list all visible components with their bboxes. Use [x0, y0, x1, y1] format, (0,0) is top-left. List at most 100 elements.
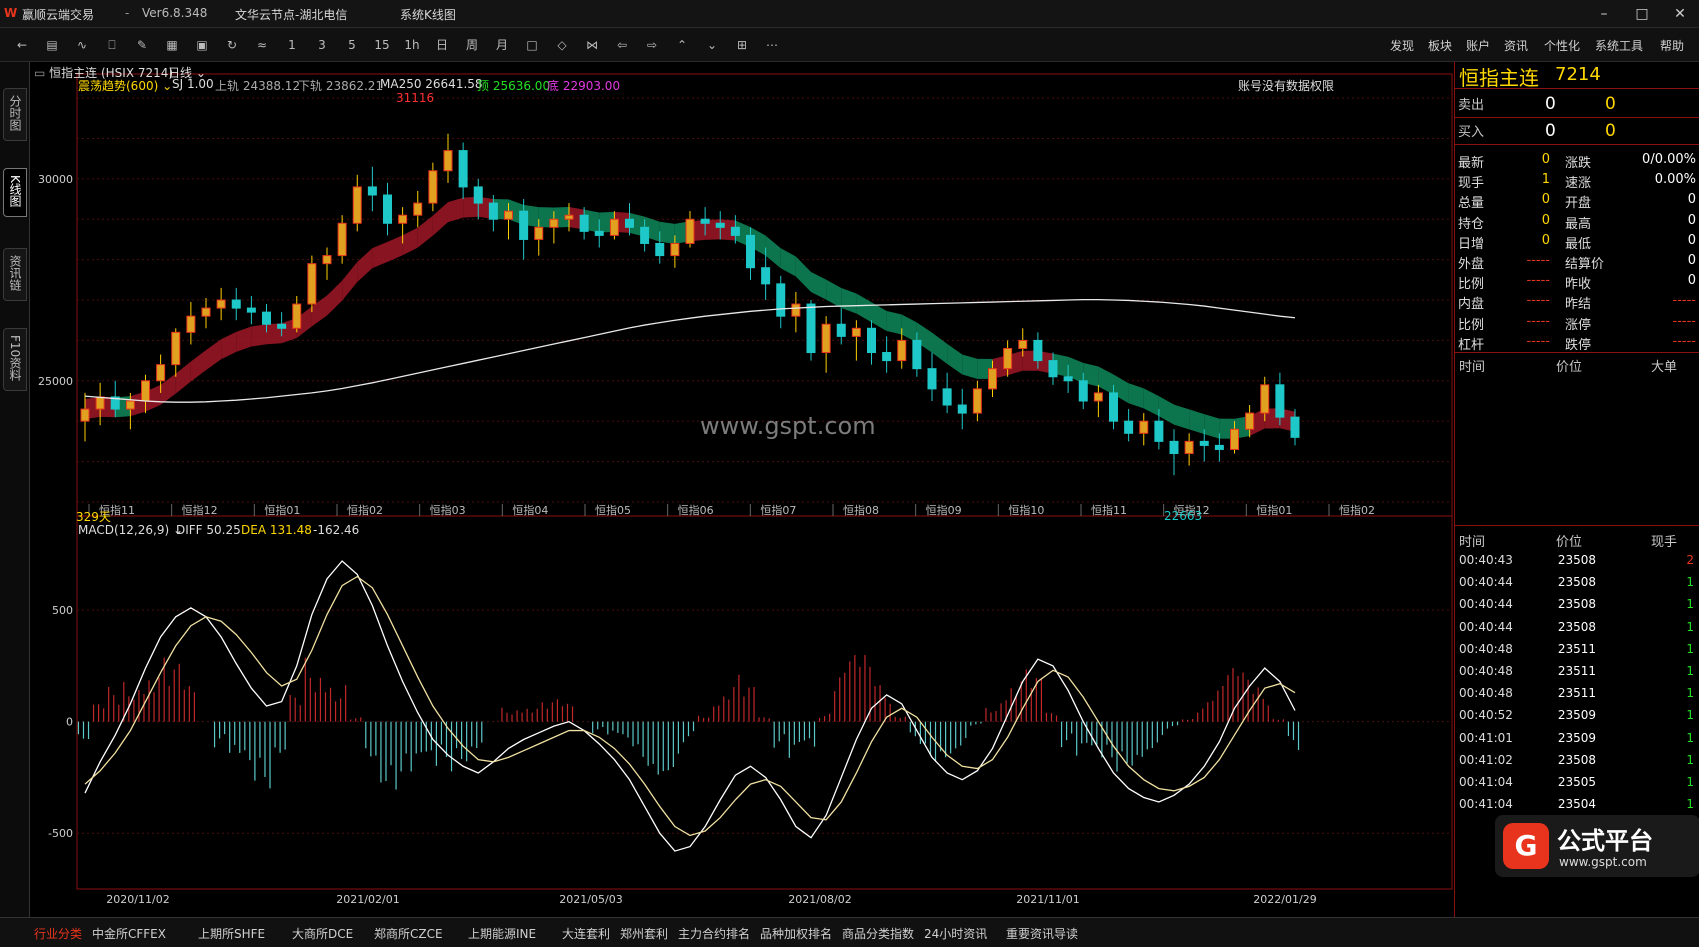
tab-timeshare[interactable]: 分时图 [3, 88, 27, 141]
tick-row[interactable]: 00:41:02 23508 1 [1455, 751, 1699, 772]
scroll-right-icon[interactable]: ⇨ [640, 36, 664, 54]
stat-label: 日增 [1458, 236, 1485, 252]
period-5-button[interactable]: 5 [340, 36, 364, 54]
x-tick-label: 恒指10 [1008, 503, 1044, 517]
buy-row[interactable]: 买入 0 0 [1455, 119, 1699, 143]
list-icon[interactable]: ▤ [40, 36, 64, 54]
period-1-button[interactable]: 1 [280, 36, 304, 54]
tab-kline[interactable]: K线图 [3, 168, 27, 217]
tick-row[interactable]: 00:40:44 23508 1 [1455, 595, 1699, 616]
trend-band [175, 361, 191, 394]
close-icon[interactable]: ✕ [1660, 2, 1699, 26]
line-chart-icon[interactable]: ∿ [70, 36, 94, 54]
stat-value: ----- [1672, 333, 1696, 349]
x-tick-label: 恒指01 [264, 503, 300, 517]
tab-news-chain[interactable]: 资讯链 [3, 248, 27, 301]
back-arrow-icon[interactable]: ← [10, 36, 34, 54]
period-15-button[interactable]: 15 [370, 36, 394, 54]
indicator-icon[interactable]: ≈ [250, 36, 274, 54]
bottom-tab[interactable]: 上期能源INE [468, 925, 536, 942]
instrument-code: 7214 [1555, 64, 1601, 85]
stat-label: 涨停 [1565, 317, 1592, 333]
candle-body [156, 364, 166, 382]
tick-row[interactable]: 00:41:01 23509 1 [1455, 729, 1699, 750]
period-week-button[interactable]: 周 [460, 36, 484, 54]
panel-icon[interactable]: ▦ [160, 36, 184, 54]
draw-tool-icon[interactable]: ✎ [130, 36, 154, 54]
bottom-tab[interactable]: 上期所SHFE [198, 925, 265, 942]
max-price-label: 31116 [396, 91, 435, 105]
candle-body [594, 230, 604, 236]
logo-icon: G [1503, 823, 1549, 869]
scroll-up-icon[interactable]: ⌃ [670, 36, 694, 54]
window-menu-label[interactable]: 系统K线图 [400, 6, 456, 23]
tick-row[interactable]: 00:40:48 23511 1 [1455, 662, 1699, 683]
sj-value: SJ 1.00 [172, 77, 214, 91]
stat-label: 杠杆 [1458, 337, 1485, 353]
candle-body [367, 186, 377, 196]
custom-period-icon[interactable]: □ [520, 36, 544, 54]
tick-row[interactable]: 00:40:44 23508 1 [1455, 573, 1699, 594]
candle-body [806, 303, 816, 354]
candle-body [821, 323, 831, 354]
tick-row[interactable]: 00:41:04 23505 1 [1455, 773, 1699, 794]
tick-row[interactable]: 00:41:04 23504 1 [1455, 795, 1699, 816]
menu-system-tools[interactable]: 系统工具 [1595, 37, 1643, 54]
period-day-button[interactable]: 日 [430, 36, 454, 54]
bottom-tab[interactable]: 24小时资讯 [924, 925, 987, 942]
tick-row[interactable]: 00:40:48 23511 1 [1455, 684, 1699, 705]
layout-grid-icon[interactable]: ⊞ [730, 36, 754, 54]
trend-band [795, 256, 811, 292]
tick-row[interactable]: 00:40:43 23508 2 [1455, 551, 1699, 572]
menu-sector[interactable]: 板块 [1428, 37, 1452, 54]
y-tick-label: 25000 [38, 375, 73, 388]
menu-help[interactable]: 帮助 [1660, 37, 1684, 54]
bottom-tab[interactable]: 重要资讯导读 [1006, 925, 1078, 942]
kline-icon[interactable]: ⎕ [100, 36, 124, 54]
tick-row[interactable]: 00:40:48 23511 1 [1455, 640, 1699, 661]
indicator-select[interactable]: 震荡趋势(600) ⌄ [78, 77, 172, 94]
minimize-icon[interactable]: – [1584, 2, 1624, 26]
save-icon[interactable]: ▣ [190, 36, 214, 54]
bottom-tab[interactable]: 中金所CFFEX [92, 925, 166, 942]
scroll-down-icon[interactable]: ⌄ [700, 36, 724, 54]
kline-chart[interactable]: 25000 30000 恒指11 恒指12 恒指01 恒指02 恒指03 恒指04 恒指05 恒指… [30, 62, 1454, 917]
bottom-tab[interactable]: 商品分类指数 [842, 925, 914, 942]
zoom-in-icon[interactable]: ◇ [550, 36, 574, 54]
bottom-tab[interactable]: 大商所DCE [292, 925, 353, 942]
candle-body [791, 303, 801, 317]
bottom-tab[interactable]: 大连套利 [562, 925, 610, 942]
scroll-left-icon[interactable]: ⇦ [610, 36, 634, 54]
bottom-tab[interactable]: 主力合约排名 [678, 925, 750, 942]
menu-news[interactable]: 资讯 [1504, 37, 1528, 54]
period-1h-button[interactable]: 1h [400, 36, 424, 54]
tick-price: 23508 [1557, 597, 1596, 612]
bottom-tab[interactable]: 品种加权排名 [760, 925, 832, 942]
lower-band-value: 下轨 23862.21 [298, 79, 384, 93]
tick-row[interactable]: 00:40:44 23508 1 [1455, 618, 1699, 639]
bottom-tab[interactable]: 郑州套利 [620, 925, 668, 942]
sell-row[interactable]: 卖出 0 0 [1455, 92, 1699, 116]
period-3-button[interactable]: 3 [310, 36, 334, 54]
tick-volume: 1 [1686, 686, 1694, 701]
tick-time: 00:40:52 [1459, 708, 1513, 723]
period-month-button[interactable]: 月 [490, 36, 514, 54]
macd-select[interactable]: MACD(12,26,9) ⌄ [78, 523, 183, 537]
candle-body [1184, 440, 1194, 454]
more-icon[interactable]: ⋯ [760, 36, 784, 54]
candle-body [337, 222, 347, 257]
bottom-tab[interactable]: 郑商所CZCE [374, 925, 443, 942]
bottom-tab[interactable]: 行业分类 [34, 925, 82, 942]
chart-area[interactable]: 25000 30000 恒指11 恒指12 恒指01 恒指02 恒指03 恒指04 恒指05 恒指… [30, 62, 1454, 917]
tab-f10[interactable]: F10资料 [3, 328, 27, 392]
instrument-title: 恒指主连 [1459, 66, 1539, 90]
tick-price: 23511 [1557, 686, 1596, 701]
menu-personalize[interactable]: 个性化 [1544, 37, 1580, 54]
menu-discover[interactable]: 发现 [1390, 37, 1414, 54]
refresh-icon[interactable]: ↻ [220, 36, 244, 54]
zoom-out-icon[interactable]: ⋈ [580, 36, 604, 54]
tick-row[interactable]: 00:40:52 23509 1 [1455, 706, 1699, 727]
candle-body [1214, 444, 1224, 450]
maximize-icon[interactable]: □ [1622, 2, 1662, 26]
menu-account[interactable]: 账户 [1466, 37, 1490, 54]
